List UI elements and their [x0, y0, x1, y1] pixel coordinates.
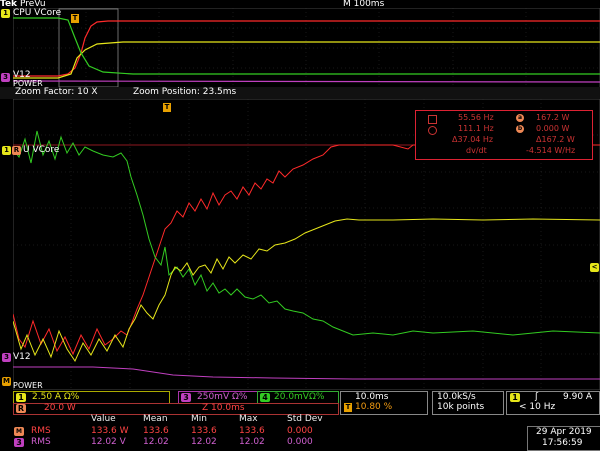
label-power: POWER	[13, 381, 43, 390]
channel-1-marker-top[interactable]: 1	[1, 9, 10, 18]
trigger-level: 9.90 A	[563, 392, 593, 402]
ch4-pill: 4	[260, 393, 270, 402]
label-cpu-vcore-top: CPU VCore	[13, 8, 62, 18]
row1-label: RMS	[31, 426, 51, 436]
cursor-a-badge: a	[516, 114, 524, 122]
row2-label: RMS	[31, 437, 51, 447]
row1-stddev: 0.000	[287, 426, 313, 436]
trigger-level-marker[interactable]: <	[590, 263, 599, 272]
ch1-scale: 2.50 A Ω%	[32, 392, 80, 402]
label-u-vcore: U VCore	[23, 145, 60, 155]
zoom-position: Zoom Position: 23.5ms	[133, 87, 237, 97]
zoom-factor: Zoom Factor: 10 X	[15, 87, 98, 97]
row1-min: 133.6	[191, 426, 217, 436]
row2-mean: 12.02	[143, 437, 169, 447]
label-v12: V12	[13, 352, 31, 362]
trigger-marker-top[interactable]: T	[71, 14, 79, 23]
channel-3-marker-top[interactable]: 3	[1, 73, 10, 82]
horizontal-panel[interactable]: 10.0ms T 10.80 %	[340, 391, 428, 415]
trigger-source-pill: 1	[510, 393, 520, 402]
cursor-measurement-panel: 55.56 Hz a 167.2 W 111.1 Hz b 0.000 W Δ3…	[415, 110, 593, 160]
cursor-b-freq: 111.1 Hz	[458, 124, 494, 133]
sample-rate: 10.0kS/s	[437, 392, 476, 402]
ch1-pill: 1	[16, 393, 26, 402]
row2-max: 12.02	[239, 437, 265, 447]
cursor-b-power: 0.000 W	[536, 124, 570, 133]
row1-mean: 133.6	[143, 426, 169, 436]
cursor-a-power: 167.2 W	[536, 113, 570, 122]
time-trigger-icon: T	[344, 403, 352, 412]
dvdt-value: -4.514 W/Hz	[526, 146, 576, 155]
r-pill: R	[16, 404, 26, 413]
channel-1-marker[interactable]: 1	[2, 146, 11, 155]
ch3-scale: 250mV Ω%	[197, 392, 248, 402]
trigger-panel[interactable]: 1 ʃ 9.90 A < 10 Hz	[506, 391, 600, 415]
date: 29 Apr 2019	[536, 427, 592, 437]
row1-value: 133.6 W	[91, 426, 129, 436]
measurement-statistics: Value Mean Min Max Std Dev M RMS 133.6 W…	[13, 413, 337, 450]
row2-value: 12.02 V	[91, 437, 126, 447]
cursor-b-icon	[428, 126, 437, 135]
cursor-b-badge: b	[516, 125, 524, 133]
time: 17:56:59	[542, 438, 583, 448]
delta-power: Δ167.2 W	[536, 135, 575, 144]
acquisition-panel[interactable]: 10.0kS/s 10k points	[432, 391, 504, 415]
col-max: Max	[239, 414, 258, 424]
row1-source: M	[14, 427, 24, 436]
record-length: 10k points	[437, 402, 485, 412]
channel-r-marker[interactable]: R	[12, 146, 21, 155]
trigger-marker-main[interactable]: T	[163, 103, 171, 112]
channel-3-marker[interactable]: 3	[2, 353, 11, 362]
date-time-display: 29 Apr 2019 17:56:59	[527, 426, 600, 451]
ch3-pill: 3	[181, 393, 191, 402]
r-scale: 20.0 W	[44, 403, 76, 413]
row2-stddev: 0.000	[287, 437, 313, 447]
channel-m-marker[interactable]: M	[2, 377, 11, 386]
cursor-a-icon	[428, 115, 437, 124]
col-stddev: Std Dev	[287, 414, 323, 424]
overview-waveform[interactable]	[13, 8, 600, 88]
col-mean: Mean	[143, 414, 168, 424]
ch4-scale: 20.0mVΩ%	[274, 392, 325, 402]
trigger-frequency: < 10 Hz	[519, 402, 556, 412]
zoom-scale: Z 10.0ms	[202, 403, 245, 413]
row2-source: 3	[14, 438, 24, 447]
trigger-position: 10.80 %	[355, 402, 393, 412]
dvdt-label: dv/dt	[466, 146, 487, 155]
zoom-info-bar: Zoom Factor: 10 X Zoom Position: 23.5ms	[0, 87, 600, 99]
row1-max: 133.6	[239, 426, 265, 436]
time-per-div: 10.0ms	[355, 392, 389, 402]
col-min: Min	[191, 414, 207, 424]
delta-freq: Δ37.04 Hz	[452, 135, 494, 144]
col-value: Value	[91, 414, 116, 424]
trigger-slope: ʃ	[535, 392, 539, 402]
cursor-a-freq: 55.56 Hz	[458, 113, 494, 122]
row2-min: 12.02	[191, 437, 217, 447]
